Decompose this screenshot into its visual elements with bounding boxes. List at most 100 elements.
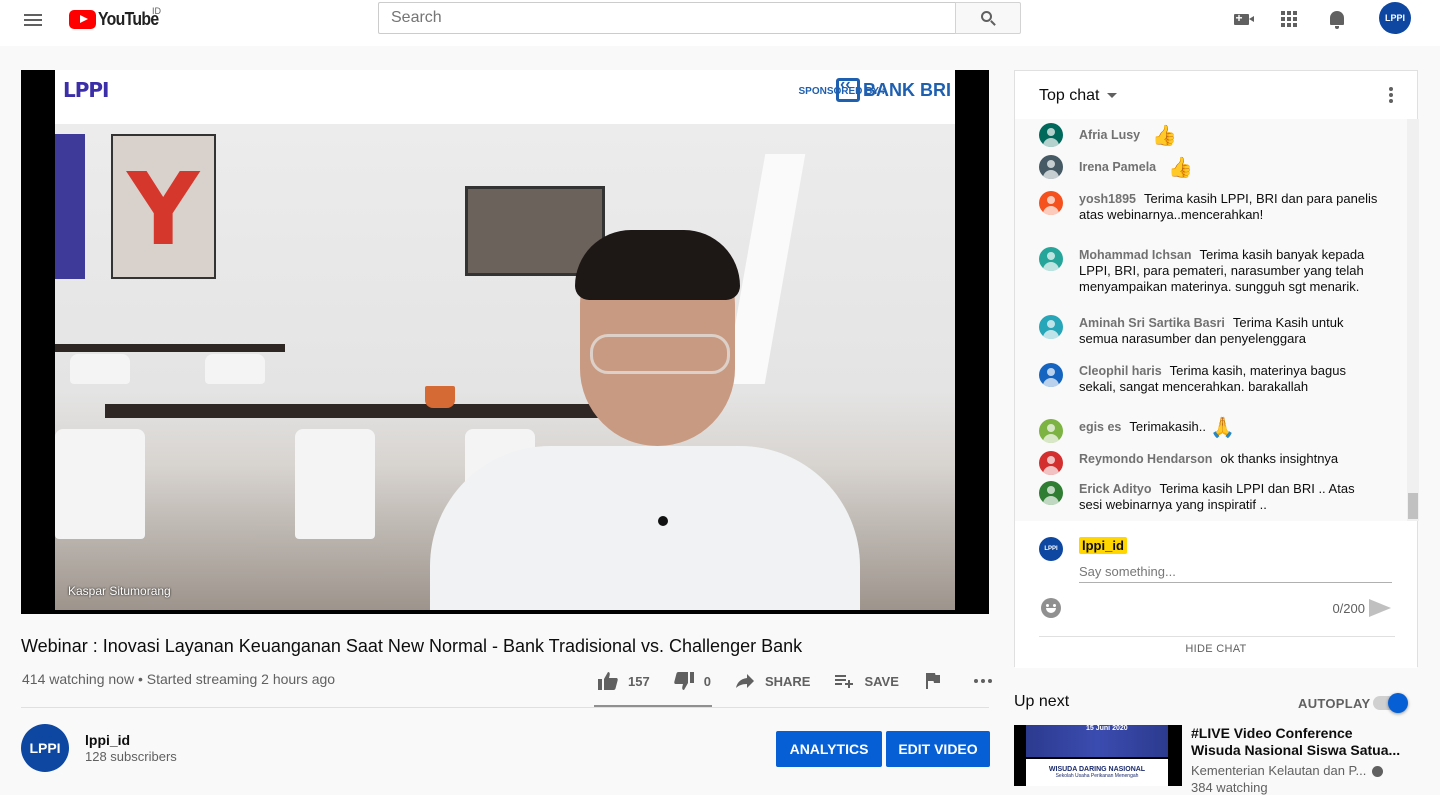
recommended-title[interactable]: #LIVE Video Conference Wisuda Nasional S…	[1191, 725, 1401, 759]
video-camera-add-icon	[1233, 11, 1254, 25]
emoji-picker-icon[interactable]	[1041, 598, 1061, 618]
video-player[interactable]: LPPI SPONSORED BY : BANK BRI Y	[21, 70, 989, 614]
chat-message: Irena Pamela 👍	[1039, 155, 1379, 179]
author-name[interactable]: Cleophil haris	[1079, 364, 1162, 378]
author-name[interactable]: Mohammad Ichsan	[1079, 248, 1192, 262]
author-name[interactable]: Reymondo Hendarson	[1079, 452, 1212, 466]
search-input[interactable]	[378, 2, 956, 34]
speaker-name-tag: Kaspar Situmorang	[68, 584, 171, 598]
edit-video-button[interactable]: EDIT VIDEO	[886, 731, 990, 767]
create-video-button[interactable]	[1229, 7, 1254, 31]
sentiment-bar	[594, 705, 712, 707]
country-code: ID	[152, 6, 161, 16]
report-button[interactable]	[923, 671, 953, 691]
chat-message: Erick Adityo Terima kasih LPPI dan BRI ..…	[1039, 481, 1379, 513]
dislike-count: 0	[703, 673, 711, 689]
like-count: 157	[628, 673, 650, 689]
autoplay-label: AUTOPLAY	[1298, 696, 1371, 711]
thumb-subheading: Sekolah Usaha Perikanan Menengah	[1055, 773, 1139, 779]
author-avatar[interactable]	[1039, 481, 1063, 505]
author-avatar[interactable]	[1039, 363, 1063, 387]
recommended-meta: 384 watching	[1191, 780, 1268, 795]
author-name[interactable]: Erick Adityo	[1079, 482, 1151, 496]
recommended-channel: Kementerian Kelautan dan P...	[1191, 763, 1384, 778]
video-frame: LPPI SPONSORED BY : BANK BRI Y	[55, 70, 955, 614]
search-button[interactable]	[955, 2, 1021, 34]
video-meta: 414 watching now • Started streaming 2 h…	[22, 671, 336, 687]
bank-bri-logo: BANK BRI	[836, 76, 951, 102]
author-avatar[interactable]	[1039, 191, 1063, 215]
author-name[interactable]: Afria Lusy	[1079, 128, 1140, 142]
youtube-logo[interactable]: YouTube ID	[69, 6, 167, 30]
emoji-icon: 👍	[1152, 124, 1178, 147]
my-avatar: LPPI	[1039, 537, 1063, 561]
chat-mode-dropdown[interactable]: Top chat	[1039, 87, 1118, 105]
recommended-channel-name: Kementerian Kelautan dan P...	[1191, 763, 1367, 778]
verified-icon	[1372, 766, 1384, 778]
chat-message: Mohammad Ichsan Terima kasih banyak kepad…	[1039, 247, 1379, 295]
author-avatar[interactable]	[1039, 247, 1063, 271]
channel-avatar[interactable]: LPPI	[21, 724, 69, 772]
like-button[interactable]: 157	[598, 671, 650, 691]
search-icon	[981, 11, 992, 22]
message-text: Terimakasih..	[1129, 419, 1206, 434]
dislike-button[interactable]: 0	[673, 671, 711, 691]
author-avatar[interactable]	[1039, 451, 1063, 475]
chat-message: egis es Terimakasih.. 🙏	[1039, 418, 1379, 443]
chat-scrollbar[interactable]	[1407, 119, 1419, 521]
chat-message-input[interactable]	[1079, 561, 1392, 583]
scrollbar-thumb[interactable]	[1408, 493, 1418, 519]
info-divider	[21, 707, 989, 708]
caret-down-icon	[1107, 93, 1118, 99]
masthead: YouTube ID LPPI	[0, 0, 1440, 46]
share-label: SHARE	[764, 673, 811, 689]
author-avatar[interactable]	[1039, 123, 1063, 147]
notifications-button[interactable]	[1325, 7, 1349, 31]
chat-message: Reymondo Hendarson ok thanks insightnya	[1039, 451, 1379, 475]
poster-blue	[55, 134, 85, 279]
author-avatar[interactable]	[1039, 155, 1063, 179]
analytics-button[interactable]: ANALYTICS	[776, 731, 882, 767]
save-button[interactable]: SAVE	[834, 671, 899, 691]
author-avatar[interactable]	[1039, 315, 1063, 339]
input-divider	[1039, 636, 1395, 637]
thumb-date: 15 Juni 2020	[1086, 725, 1128, 732]
account-avatar[interactable]: LPPI	[1379, 2, 1411, 34]
author-name[interactable]: Aminah Sri Sartika Basri	[1079, 316, 1225, 330]
poster-y: Y	[111, 134, 216, 279]
chat-mode-label: Top chat	[1039, 87, 1100, 104]
live-chat: Top chat Afria Lusy 👍 Irena Pamela 👍 yosh189…	[1014, 70, 1419, 668]
lppi-logo: LPPI	[63, 78, 110, 102]
author-name[interactable]: egis es	[1079, 420, 1121, 434]
bri-mark-icon	[836, 76, 860, 102]
recommended-thumbnail[interactable]: 15 Juni 2020 WISUDA DARING NASIONAL Seko…	[1014, 725, 1182, 786]
hide-chat-button[interactable]: HIDE CHAT	[1015, 643, 1417, 655]
apps-button[interactable]	[1277, 7, 1301, 31]
apps-grid-icon	[1281, 11, 1297, 27]
thumbs-up-icon	[598, 671, 618, 691]
chair	[295, 429, 375, 539]
thumbs-down-icon	[673, 671, 694, 691]
flag-icon	[923, 671, 943, 691]
chat-input-panel: LPPI lppi_id 0/200 HIDE CHAT	[1015, 521, 1417, 668]
author-avatar[interactable]	[1039, 419, 1063, 443]
more-actions-button[interactable]	[973, 671, 1003, 691]
send-icon[interactable]	[1369, 599, 1391, 617]
thumb-heading: WISUDA DARING NASIONAL	[1048, 766, 1146, 773]
autoplay-toggle[interactable]	[1373, 693, 1408, 713]
youtube-play-icon	[69, 9, 96, 29]
chat-message: yosh1895 Terima kasih LPPI, BRI dan para …	[1039, 191, 1379, 223]
author-name[interactable]: yosh1895	[1079, 192, 1136, 206]
char-counter: 0/200	[1332, 601, 1365, 616]
share-arrow-icon	[735, 671, 755, 691]
my-username: lppi_id	[1079, 537, 1127, 554]
channel-name[interactable]: lppi_id	[85, 732, 130, 748]
video-actions: 157 0 SHARE SAVE	[598, 668, 1027, 694]
subscriber-count: 128 subscribers	[85, 749, 177, 764]
share-button[interactable]: SHARE	[735, 671, 811, 691]
menu-icon[interactable]	[22, 11, 44, 33]
author-name[interactable]: Irena Pamela	[1079, 160, 1156, 174]
message-text: ok thanks insightnya	[1220, 451, 1339, 466]
chat-more-icon[interactable]	[1389, 87, 1393, 103]
video-title: Webinar : Inovasi Layanan Keuanganan Saa…	[21, 636, 803, 656]
